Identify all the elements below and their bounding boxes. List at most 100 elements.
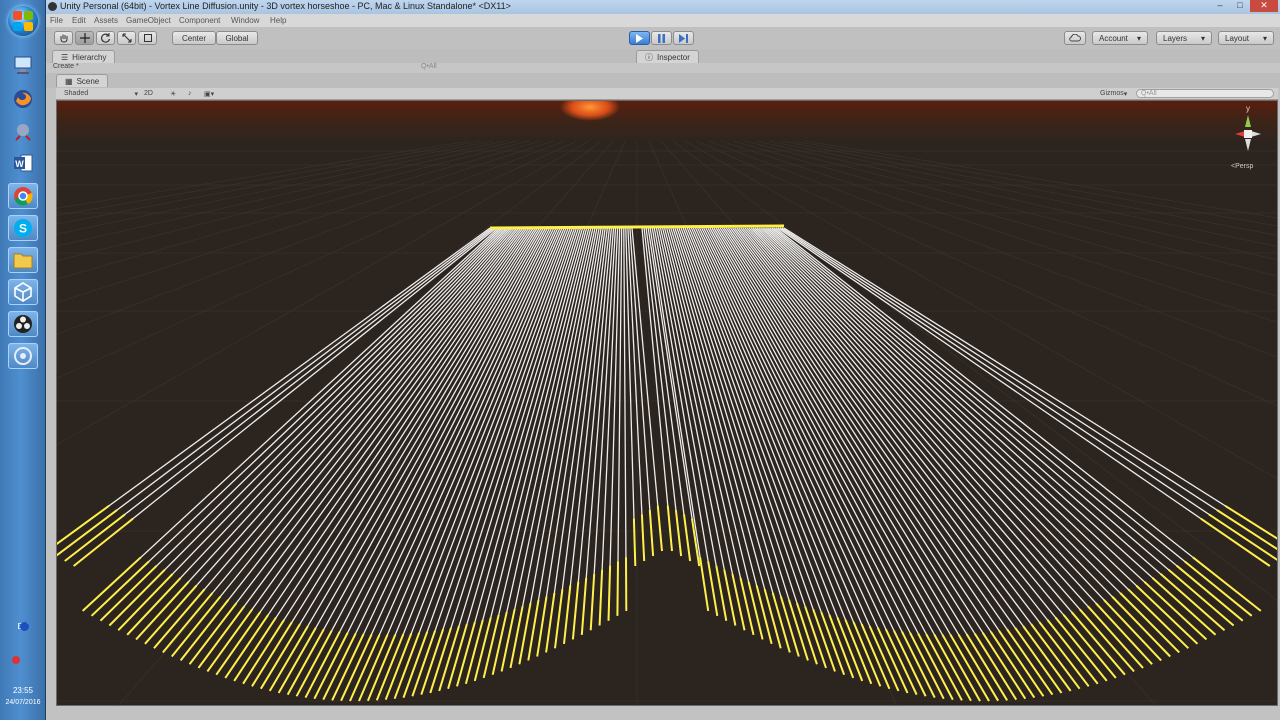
chrome-icon[interactable] (8, 183, 38, 209)
inspector-label: Inspector (657, 52, 690, 62)
chevron-down-icon: ▾ (134, 90, 138, 98)
help-icon[interactable] (20, 622, 29, 631)
layout-label: Layout (1225, 33, 1250, 43)
shading-mode-label: Shaded (64, 90, 89, 97)
hierarchy-toolbar: Create * Q•All (46, 63, 1280, 73)
scene-icon: ▦ (65, 76, 73, 86)
clock-date[interactable]: 24/07/2016 (0, 699, 46, 706)
scene-label: Scene (76, 76, 100, 86)
scale-tool-button[interactable] (117, 31, 136, 45)
tab-scene[interactable]: ▦ Scene (56, 74, 109, 87)
menu-file[interactable]: File (50, 16, 63, 25)
menu-help[interactable]: Help (270, 16, 286, 25)
y-axis-label: y (1246, 104, 1250, 113)
effects-dropdown[interactable]: ▣▾ (204, 89, 222, 98)
pause-button[interactable] (651, 31, 672, 45)
hierarchy-label: Hierarchy (72, 52, 107, 62)
scene-search-input[interactable]: Q•All (1136, 89, 1274, 98)
y-neg-cone (1245, 139, 1251, 151)
remote-icon[interactable] (8, 118, 38, 144)
image-icon: ▣▾ (204, 90, 215, 98)
folder-icon[interactable] (8, 247, 38, 273)
cloud-button[interactable] (1064, 31, 1086, 45)
lighting-toggle[interactable]: ☀ (170, 89, 180, 98)
space-label: Global (225, 33, 249, 43)
svg-text:S: S (19, 222, 27, 236)
vortex-bound-line (489, 224, 785, 230)
play-icon (636, 33, 643, 43)
step-button[interactable] (673, 31, 694, 45)
chevron-down-icon: ▾ (1262, 33, 1267, 43)
sky-band (57, 101, 1277, 141)
scene-view-toolbar: Shaded ▾ 2D ☀ ♪ ▣▾ Gizmos ▾ Q•All (56, 88, 1278, 100)
play-button[interactable] (629, 31, 650, 45)
menu-component[interactable]: Component (179, 16, 220, 25)
close-button[interactable]: ✕ (1250, 0, 1278, 12)
word-icon[interactable]: W (8, 150, 38, 176)
space-global-toggle[interactable]: Global (216, 31, 258, 45)
gizmos-dropdown[interactable]: Gizmos ▾ (1100, 89, 1130, 98)
windows-taskbar: W S EN 23:55 24/07/2016 (0, 0, 46, 720)
vortex-lines-render (57, 101, 1277, 705)
rotate-tool-button[interactable] (96, 31, 115, 45)
audio-toggle[interactable]: ♪ (188, 89, 198, 98)
layers-dropdown[interactable]: Layers ▾ (1156, 31, 1212, 45)
tab-hierarchy[interactable]: ☰ Hierarchy (52, 50, 116, 63)
unity-editor-window: Unity Personal (64bit) - Vortex Line Dif… (46, 0, 1280, 720)
tab-inspector[interactable]: ⓘ Inspector (636, 50, 699, 63)
gizmo-center-cube (1244, 130, 1252, 138)
rect-tool-button[interactable] (138, 31, 157, 45)
move-tool-button[interactable] (75, 31, 94, 45)
menu-edit[interactable]: Edit (72, 16, 86, 25)
speaker-icon: ♪ (188, 90, 192, 97)
obs-icon[interactable] (8, 311, 38, 337)
step-icon (679, 33, 688, 43)
windows-logo-icon (10, 8, 36, 34)
hand-tool-button[interactable] (54, 31, 73, 45)
hierarchy-search-input[interactable]: Q•All (421, 63, 437, 70)
menu-assets[interactable]: Assets (94, 16, 118, 25)
top-dock-tabs: ☰ Hierarchy ⓘ Inspector (46, 49, 1280, 63)
unity-icon[interactable] (8, 279, 38, 305)
skype-icon[interactable]: S (8, 215, 38, 241)
rect-icon (143, 34, 152, 42)
svg-text:W: W (15, 159, 24, 169)
rotate-icon (100, 33, 110, 43)
move-icon (79, 33, 90, 43)
x-axis-cone (1235, 131, 1245, 137)
layout-dropdown[interactable]: Layout ▾ (1218, 31, 1274, 45)
menu-window[interactable]: Window (231, 16, 259, 25)
x-neg-cone (1251, 131, 1261, 137)
window-title: Unity Personal (64bit) - Vortex Line Dif… (60, 1, 511, 11)
scene-dock-tabs: ▦ Scene (46, 73, 1280, 88)
unity-logo-icon (48, 2, 57, 11)
title-bar: Unity Personal (64bit) - Vortex Line Dif… (46, 0, 1280, 14)
chevron-down-icon: ▾ (1200, 33, 1205, 43)
projection-label[interactable]: <Persp (1231, 163, 1253, 170)
account-dropdown[interactable]: Account ▾ (1092, 31, 1148, 45)
scene-orientation-gizmo[interactable]: y (1217, 101, 1277, 163)
mode-2d-toggle[interactable]: 2D (144, 89, 158, 98)
y-axis-cone (1245, 115, 1251, 127)
network-icon[interactable] (8, 52, 38, 78)
account-label: Account (1099, 33, 1128, 43)
shading-mode-dropdown[interactable]: Shaded ▾ (64, 89, 138, 98)
maximize-button[interactable]: □ (1230, 0, 1250, 12)
firefox-icon[interactable] (8, 86, 38, 112)
main-toolbar: Center Global Account ▾ Layers ▾ Layout … (46, 27, 1280, 50)
volume-icon[interactable] (12, 656, 20, 664)
pause-icon (658, 33, 665, 43)
pivot-center-toggle[interactable]: Center (172, 31, 216, 45)
status-bar (46, 706, 1280, 720)
minimize-button[interactable]: – (1210, 0, 1230, 12)
hierarchy-create-button[interactable]: Create * (53, 63, 79, 70)
menu-gameobject[interactable]: GameObject (126, 16, 171, 25)
hand-icon (60, 34, 67, 43)
pivot-label: Center (181, 33, 206, 43)
chevron-down-icon: ▾ (1136, 33, 1141, 43)
chevron-down-icon: ▾ (1123, 90, 1128, 98)
clock-time[interactable]: 23:55 (0, 686, 46, 695)
menu-bar: File Edit Assets GameObject Component Wi… (46, 14, 1280, 27)
app-icon[interactable] (8, 343, 38, 369)
scene-viewport[interactable]: y <Persp (56, 100, 1278, 706)
